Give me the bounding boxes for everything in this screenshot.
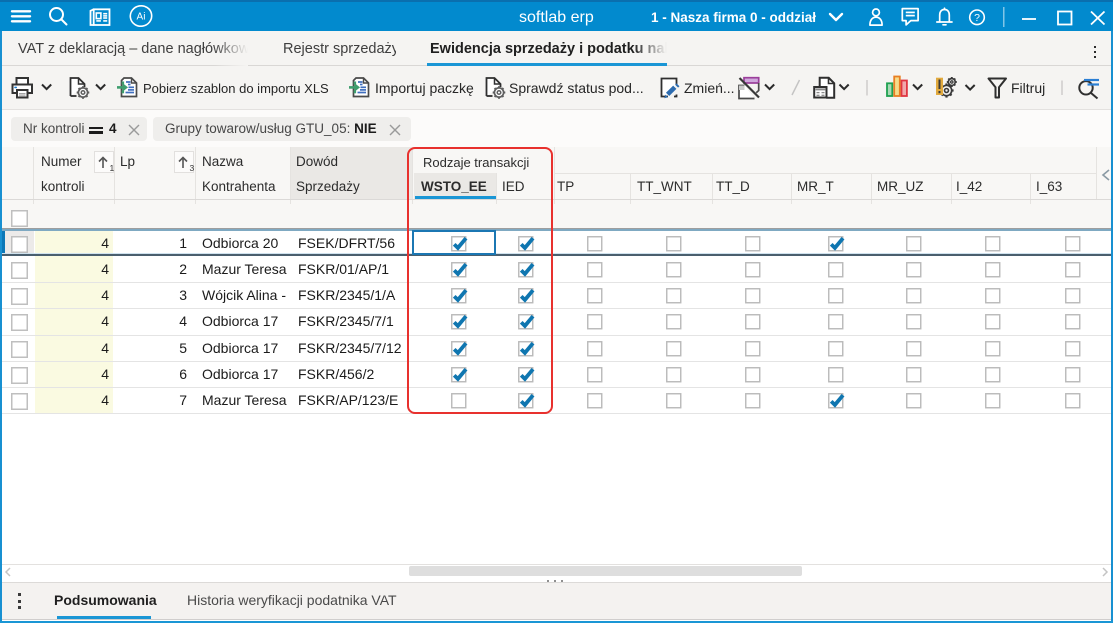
svg-text:Ai: Ai [137, 12, 146, 23]
svg-text:1: 1 [110, 163, 115, 173]
svg-text:3: 3 [190, 163, 195, 173]
svg-text:?: ? [974, 12, 980, 24]
